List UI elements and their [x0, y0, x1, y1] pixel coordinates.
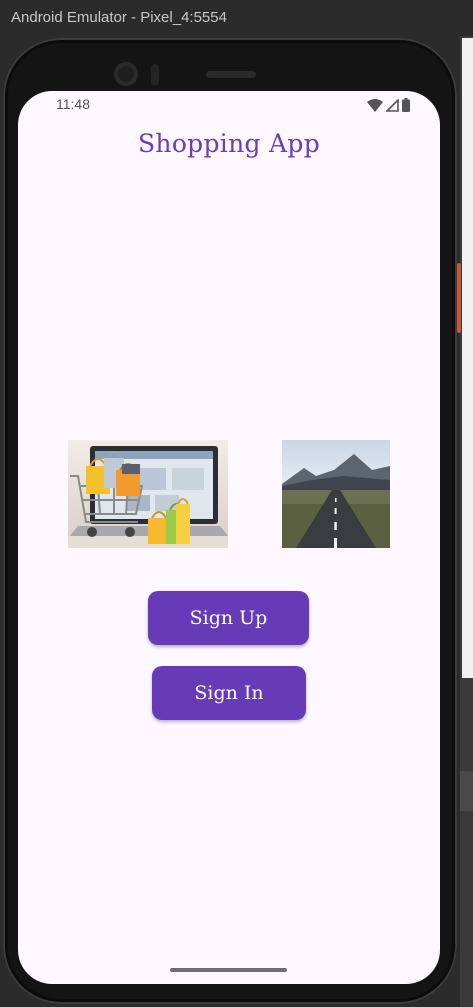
ide-side-strip	[460, 36, 473, 1007]
status-time: 11:48	[56, 96, 90, 112]
wifi-icon	[367, 98, 383, 112]
ide-strip-tab	[460, 771, 473, 811]
battery-icon	[402, 98, 410, 112]
emulator-title-bar: Android Emulator - Pixel_4:5554	[0, 0, 473, 36]
power-button[interactable]	[457, 263, 461, 333]
signal-icon	[386, 98, 399, 112]
mountain-road-image	[282, 440, 390, 548]
app-screen: 11:48 Shopping App Sign Up Sign In	[18, 91, 440, 984]
window-title: Android Emulator - Pixel_4:5554	[11, 9, 227, 26]
ide-panel	[462, 38, 473, 678]
status-bar: 11:48	[18, 91, 440, 119]
app-title: Shopping App	[138, 129, 320, 158]
status-icons	[367, 98, 410, 112]
proximity-sensor	[151, 64, 159, 86]
earpiece-speaker	[206, 71, 256, 78]
sign-in-button[interactable]: Sign In	[152, 666, 306, 720]
shopping-cart-laptop-image	[68, 440, 228, 548]
gesture-nav-bar[interactable]	[170, 968, 287, 972]
front-camera	[114, 62, 138, 86]
sign-up-button[interactable]: Sign Up	[148, 591, 309, 645]
